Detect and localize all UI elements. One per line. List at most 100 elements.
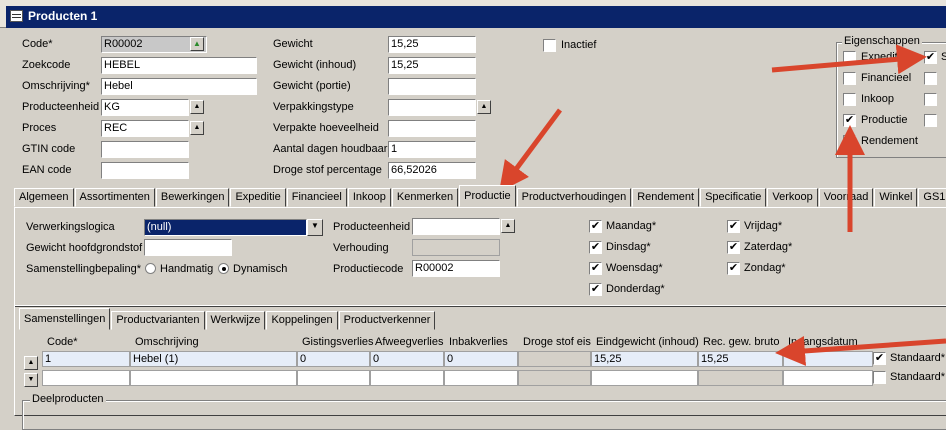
productiecode-field[interactable]: R00002: [412, 260, 500, 277]
grid-cell-code[interactable]: 1: [42, 351, 130, 367]
day-label: Vrijdag*: [744, 220, 783, 232]
verhouding-field: [412, 239, 500, 256]
day-checkbox[interactable]: ✔: [727, 220, 740, 233]
grid-column-header[interactable]: Code*: [47, 336, 78, 348]
subtab-productvarianten[interactable]: Productvarianten: [111, 311, 205, 330]
eigenschap-checkbox[interactable]: [843, 135, 856, 148]
subtab-productverkenner[interactable]: Productverkenner: [338, 311, 436, 330]
grid-cell-afweeg[interactable]: 0: [370, 351, 444, 367]
day-checkbox[interactable]: ✔: [589, 283, 602, 296]
eigenschap-checkbox[interactable]: [843, 93, 856, 106]
tab-productie[interactable]: Productie: [459, 185, 516, 207]
grid-cell-omschrijving[interactable]: [130, 370, 297, 386]
grid-scroll-up-icon[interactable]: ▲: [24, 356, 38, 370]
eigenschap-label: Productie: [861, 114, 908, 126]
grid-cell-rec[interactable]: 15,25: [698, 351, 783, 367]
day-checkbox[interactable]: ✔: [589, 262, 602, 275]
gewicht-inhoud-field[interactable]: 15,25: [388, 57, 476, 74]
eigenschap-col2-checkbox[interactable]: [924, 93, 937, 106]
title-bar-fill: Producten 1: [6, 6, 946, 28]
grid-column-header[interactable]: Omschrijving: [135, 336, 199, 348]
grid-column-header[interactable]: Gistingsverlies: [302, 336, 374, 348]
grid-cell-inbak[interactable]: [444, 370, 518, 386]
verpakte-hoeveelheid-field[interactable]: [388, 120, 476, 137]
chevron-down-icon[interactable]: ▼: [307, 219, 323, 236]
grid-cell-afweeg[interactable]: [370, 370, 444, 386]
eigenschap-col2-checkbox[interactable]: [924, 114, 937, 127]
tab-specificatie[interactable]: Specificatie: [700, 188, 767, 207]
grid-scroll-down-icon[interactable]: ▼: [24, 373, 38, 387]
proces-lookup-icon[interactable]: ▲: [190, 121, 204, 135]
radio-dynamisch[interactable]: [218, 263, 229, 274]
grid-cell-omschrijving[interactable]: Hebel (1): [130, 351, 297, 367]
tab-voorraad[interactable]: Voorraad: [818, 188, 874, 207]
grid-column-header[interactable]: Afweegverlies: [375, 336, 443, 348]
gewicht-hoofdgrondstof-field[interactable]: [144, 239, 232, 256]
gewicht-field[interactable]: 15,25: [388, 36, 476, 53]
proces-field[interactable]: REC: [101, 120, 189, 137]
standaard-checkbox[interactable]: [873, 371, 886, 384]
grid-column-header[interactable]: Droge stof eis: [523, 336, 591, 348]
inactief-checkbox[interactable]: [543, 39, 556, 52]
gewicht-portie-field[interactable]: [388, 78, 476, 95]
eigenschap-checkbox[interactable]: ✔: [843, 114, 856, 127]
droge-stof-field[interactable]: 66,52026: [388, 162, 476, 179]
grid-cell-code[interactable]: [42, 370, 130, 386]
eigenschap-col2-checkbox[interactable]: [924, 72, 937, 85]
main-tab-strip: Algemeen Assortimenten Bewerkingen Expediti…: [14, 185, 946, 207]
omschrijving-field[interactable]: Hebel: [101, 78, 257, 95]
ean-field[interactable]: [101, 162, 189, 179]
day-checkbox[interactable]: ✔: [727, 241, 740, 254]
tab-expeditie[interactable]: Expeditie: [230, 188, 286, 207]
subtab-koppelingen[interactable]: Koppelingen: [266, 311, 338, 330]
eigenschap-checkbox[interactable]: [843, 72, 856, 85]
eigenschap-col2-checkbox[interactable]: ✔: [924, 51, 937, 64]
day-checkbox[interactable]: ✔: [727, 262, 740, 275]
tab-verkoop[interactable]: Verkoop: [767, 188, 818, 207]
tab-inkoop[interactable]: Inkoop: [347, 188, 391, 207]
grid-cell-eind[interactable]: 15,25: [591, 351, 698, 367]
grid-cell-gisting[interactable]: 0: [297, 351, 370, 367]
subtab-samenstellingen[interactable]: Samenstellingen: [19, 308, 111, 330]
tab-algemeen[interactable]: Algemeen: [14, 188, 74, 207]
grid-cell-eind[interactable]: [591, 370, 698, 386]
day-checkbox[interactable]: ✔: [589, 241, 602, 254]
grid-cell-ingang[interactable]: [783, 351, 873, 367]
grid-cell-inbak[interactable]: 0: [444, 351, 518, 367]
tab-assortimenten[interactable]: Assortimenten: [74, 188, 155, 207]
day-checkbox[interactable]: ✔: [589, 220, 602, 233]
code-lookup-icon[interactable]: ▲: [190, 37, 204, 51]
grid-column-header[interactable]: Ingangsdatum: [788, 336, 858, 348]
tab-winkel[interactable]: Winkel: [874, 188, 918, 207]
tab-productverhoudingen[interactable]: Productverhoudingen: [516, 188, 632, 207]
producteenheid-field[interactable]: KG: [101, 99, 189, 116]
verpakkingstype-label: Verpakkingstype: [273, 101, 354, 113]
eigenschap-checkbox[interactable]: [843, 51, 856, 64]
radio-handmatig[interactable]: [145, 263, 156, 274]
grid-cell-rec[interactable]: [698, 370, 783, 386]
grid-column-header[interactable]: Inbakverlies: [449, 336, 508, 348]
producteenheid-lookup-icon[interactable]: ▲: [190, 100, 204, 114]
tab-kenmerken[interactable]: Kenmerken: [391, 188, 459, 207]
grid-column-header[interactable]: Rec. gew. bruto: [703, 336, 779, 348]
eigenschap-col2-label: S: [941, 51, 946, 63]
tab-bewerkingen[interactable]: Bewerkingen: [155, 188, 230, 207]
tab-financieel[interactable]: Financieel: [286, 188, 347, 207]
verpakkingstype-lookup-icon[interactable]: ▲: [477, 100, 491, 114]
verwerkingslogica-select[interactable]: (null): [144, 219, 307, 236]
grid-cell-gisting[interactable]: [297, 370, 370, 386]
zoekcode-field[interactable]: HEBEL: [101, 57, 257, 74]
tab-rendement[interactable]: Rendement: [632, 188, 700, 207]
form-window-icon: [10, 10, 23, 22]
standaard-checkbox[interactable]: ✔: [873, 352, 886, 365]
aantal-dagen-field[interactable]: 1: [388, 141, 476, 158]
grid-cell-droge: [518, 351, 591, 367]
gtin-field[interactable]: [101, 141, 189, 158]
subtab-werkwijze[interactable]: Werkwijze: [205, 311, 266, 330]
productie-producteenheid-lookup-icon[interactable]: ▲: [501, 219, 515, 233]
tab-gs1-pi[interactable]: GS1 Pi: [918, 188, 946, 207]
verpakkingstype-field[interactable]: [388, 99, 476, 116]
grid-cell-ingang[interactable]: [783, 370, 873, 386]
grid-column-header[interactable]: Eindgewicht (inhoud): [596, 336, 699, 348]
productie-producteenheid-field[interactable]: [412, 218, 500, 235]
